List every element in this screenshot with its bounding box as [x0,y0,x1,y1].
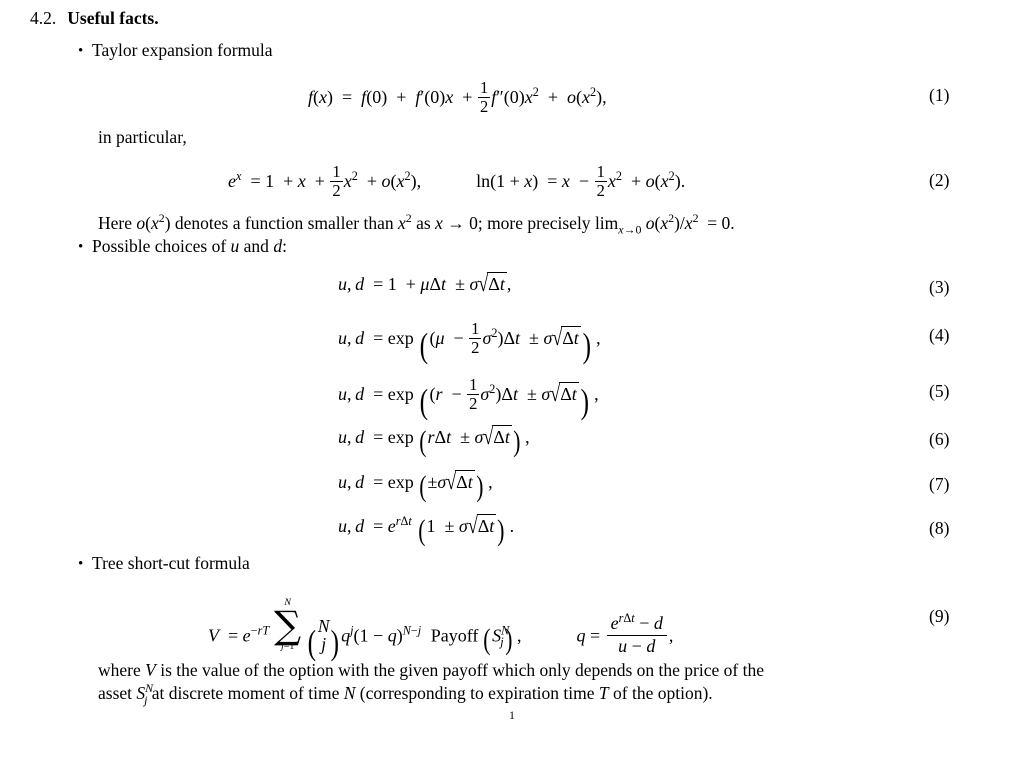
equation-4: u, d = exp ((μ − 1 2 σ2)Δt ± σ√Δt) , [338,319,601,365]
q-fraction: erΔt − du − d [606,612,667,657]
of-option-phrase: of the option). [613,683,713,703]
asset-word: asset [98,683,133,703]
equation-number-2: (2) [929,170,950,190]
equation-3: u, d = 1 + μΔt ± σ√Δt, [338,270,512,297]
equation-5: u, d = exp ((r − 1 2 σ2)Δt ± σ√Δt) , [338,375,599,421]
bullet-dot-icon: • [78,239,84,255]
ln-operator: ln [476,170,491,191]
equation-8: u, d = erΔt (1 ± σ√Δt) . [338,512,515,547]
equation-number-1: (1) [929,85,950,105]
equation-number-6: (6) [929,429,950,449]
denotes-phrase: denotes a function smaller than [174,213,394,233]
discrete-phrase: at discrete moment of time [151,683,340,703]
exp-operator: exp [387,383,414,404]
exp-operator: exp [387,327,414,348]
section-number: 4.2. [30,8,57,28]
bullet-dot-icon: • [78,556,84,572]
equation-number-7: (7) [929,474,950,494]
section-heading: 4.2. Useful facts. [30,8,159,29]
equation-number-3: (3) [929,277,950,297]
equation-number-8: (8) [929,518,950,538]
here-note-text: Here o(x2) denotes a function smaller th… [98,211,735,237]
exp-operator: exp [387,472,414,492]
page-number: 1 [509,710,515,722]
bullet-label-taylor: Taylor expansion formula [92,40,273,60]
bullet-item-taylor: • Taylor expansion formula [78,40,273,61]
section-title: Useful facts. [67,8,159,28]
here-word: Here [98,213,133,233]
bullet-item-choices: • Possible choices of u and d: [78,236,287,257]
document-page: 4.2. Useful facts. • Taylor expansion for… [0,0,1024,771]
bullet-label-tree: Tree short-cut formula [92,553,250,573]
equation-2: ex = 1 + x + 1 2 x2 + o(x2), ln(1 + x) = x… [228,162,686,200]
as-word: as [416,213,431,233]
bullet-dot-icon: • [78,43,84,59]
equation-number-5: (5) [929,381,950,401]
equation-1: f(x) = f(0) + f′(0)x + 1 2 f″(0)x2 + o(x2)… [308,78,607,116]
equation-7: u, d = exp (±σ√Δt) , [338,468,493,503]
corresponding-phrase: (corresponding to expiration time [359,683,595,703]
bullet-item-tree: • Tree short-cut formula [78,553,250,574]
in-particular-text: in particular, [98,127,187,147]
bullet-label-choices: Possible choices of u and d: [92,236,287,256]
equation-6: u, d = exp (rΔt ± σ√Δt) , [338,423,530,458]
exp-operator: exp [387,427,414,447]
equation-number-4: (4) [929,325,950,345]
more-precisely-phrase: more precisely [487,213,591,233]
summation-operator: N ∑ j=1 [274,597,302,652]
is-value-phrase: is the value of the option with the give… [160,660,764,680]
equation-number-9: (9) [929,606,950,626]
closing-paragraph-line-2: asset SNj at discrete moment of time N (… [98,681,713,707]
payoff-word: Payoff [430,625,479,646]
lim-operator: lim [594,213,619,233]
binomial-coefficient: Nj [317,615,330,654]
where-word: where [98,660,141,680]
closing-paragraph-line-1: where V is the value of the option with … [98,660,764,680]
equation-9: V = e−rT N ∑ j=1(Nj)qj(1 − q)N−j Payoff (SNj… [208,597,674,662]
